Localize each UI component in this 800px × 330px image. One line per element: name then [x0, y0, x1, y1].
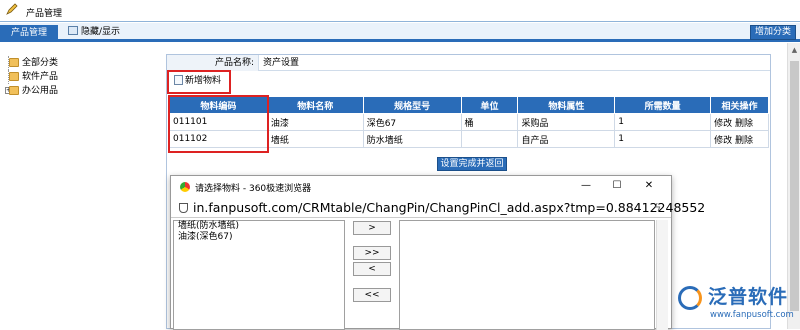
cell-actions: 修改 删除: [710, 130, 769, 148]
delete-link[interactable]: 删除: [735, 136, 753, 146]
maximize-button[interactable]: ☐: [609, 179, 625, 193]
selected-materials-list[interactable]: [399, 220, 655, 330]
table-row: 011102 墙纸 防水墙纸 自产品 1 修改 删除: [169, 130, 769, 148]
panel-icon: [68, 26, 78, 35]
cell-qty: 1: [614, 130, 712, 148]
col-header: 单位: [460, 96, 519, 114]
brand-watermark: 泛普软件 www.fanpusoft.com: [672, 280, 800, 329]
cell-code: 011102: [169, 130, 268, 148]
url-text: in.fanpusoft.com/CRMtable/ChangPin/Chang…: [193, 200, 706, 215]
window-title: 产品管理: [26, 9, 63, 19]
tab-bar: 产品管理 隐藏/显示 增加分类: [0, 23, 800, 42]
col-header: 物料编码: [169, 96, 268, 114]
shield-icon: [179, 203, 188, 213]
select-material-dialog: 请选择物料 - 360极速浏览器 — ☐ ✕ in.fanpusoft.com/…: [170, 175, 705, 330]
cell-name: 墙纸: [266, 130, 364, 148]
cell-name: 油漆: [266, 113, 364, 131]
edit-link[interactable]: 修改: [714, 136, 732, 146]
dialog-title: 请选择物料 - 360极速浏览器: [195, 184, 312, 194]
minimize-button[interactable]: —: [578, 179, 594, 193]
move-all-right-button[interactable]: >>: [353, 246, 391, 260]
folder-icon: [9, 86, 19, 95]
pencil-icon: [6, 3, 18, 15]
tree-item-label: 软件产品: [22, 72, 59, 82]
brand-logo-icon: [678, 286, 702, 310]
tree-item-label: 全部分类: [22, 58, 59, 68]
cell-attr: 自产品: [517, 130, 616, 148]
toggle-sidebar-button[interactable]: 隐藏/显示: [68, 26, 120, 39]
scroll-thumb[interactable]: [790, 61, 799, 311]
scroll-up-arrow-icon[interactable]: ▲: [790, 45, 799, 55]
cell-spec: 深色67: [362, 113, 462, 131]
toggle-sidebar-label: 隐藏/显示: [81, 27, 121, 37]
folder-icon: [9, 58, 19, 67]
available-materials-list[interactable]: 墙纸(防水墙纸) 油漆(深色67): [173, 220, 345, 330]
cell-unit: [460, 130, 519, 148]
tree-item-all[interactable]: 全部分类: [6, 56, 58, 70]
brand-name: 泛普软件: [708, 286, 789, 308]
delete-link[interactable]: 删除: [735, 119, 753, 129]
tree-item-label: 办公用品: [22, 86, 59, 96]
col-header: 物料名称: [266, 96, 364, 114]
add-material-button[interactable]: 新增物料: [170, 73, 225, 91]
category-tree: 全部分类 软件产品 + 办公用品: [5, 56, 59, 98]
product-name-row: 产品名称: 资产设置: [167, 55, 770, 71]
window-titlebar: 产品管理: [0, 0, 800, 22]
cell-qty: 1: [614, 113, 712, 131]
table-row: 011101 油漆 深色67 桶 采购品 1 修改 删除: [169, 113, 769, 131]
tree-item-office[interactable]: + 办公用品: [5, 84, 59, 98]
browser-logo-icon: [180, 182, 190, 192]
col-header: 物料属性: [517, 96, 616, 114]
list-item[interactable]: 油漆(深色67): [174, 232, 344, 243]
product-name-label: 产品名称:: [167, 55, 259, 71]
lightning-icon[interactable]: ϟ: [654, 201, 661, 214]
tab-product-management[interactable]: 产品管理: [0, 25, 58, 42]
col-header: 所需数量: [614, 96, 712, 114]
address-bar[interactable]: in.fanpusoft.com/CRMtable/ChangPin/Chang…: [171, 198, 705, 218]
document-icon: [174, 75, 183, 85]
tree-item-software[interactable]: 软件产品: [6, 70, 58, 84]
edit-link[interactable]: 修改: [714, 119, 732, 129]
move-one-left-button[interactable]: <: [353, 262, 391, 276]
dialog-scrollbar[interactable]: [656, 220, 668, 330]
cell-code: 011101: [169, 113, 268, 131]
brand-url: www.fanpusoft.com: [710, 310, 794, 320]
cell-attr: 采购品: [517, 113, 616, 131]
folder-icon: [9, 72, 19, 81]
close-button[interactable]: ✕: [641, 179, 657, 193]
move-one-right-button[interactable]: >: [353, 221, 391, 235]
material-table: 物料编码 物料名称 规格型号 单位 物料属性 所需数量 相关操作 011101 …: [169, 96, 769, 148]
cell-unit: 桶: [460, 113, 519, 131]
col-header: 相关操作: [710, 96, 769, 114]
product-name-value: 资产设置: [263, 58, 300, 68]
table-header-row: 物料编码 物料名称 规格型号 单位 物料属性 所需数量 相关操作: [169, 96, 769, 114]
add-category-button[interactable]: 增加分类: [750, 25, 796, 40]
dialog-titlebar: 请选择物料 - 360极速浏览器 — ☐ ✕: [171, 176, 671, 198]
add-material-label: 新增物料: [185, 76, 222, 86]
move-all-left-button[interactable]: <<: [353, 288, 391, 302]
done-return-button[interactable]: 设置完成并返回: [437, 157, 507, 171]
cell-spec: 防水墙纸: [362, 130, 462, 148]
list-item[interactable]: 墙纸(防水墙纸): [174, 221, 344, 232]
cell-actions: 修改 删除: [710, 113, 769, 131]
col-header: 规格型号: [362, 96, 462, 114]
